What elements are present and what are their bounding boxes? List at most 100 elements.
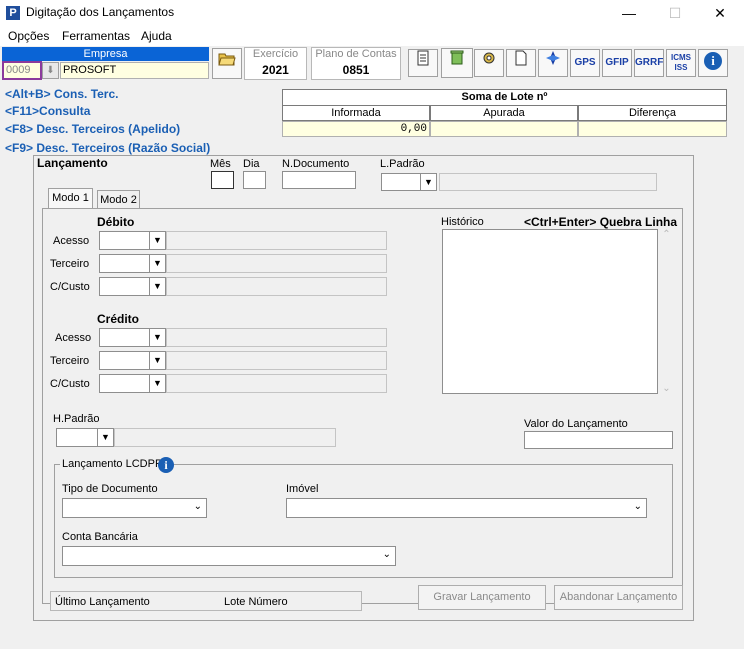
historico-hint: <Ctrl+Enter> Quebra Linha — [524, 215, 678, 229]
toolbar-new-page-button[interactable] — [506, 49, 536, 77]
hpadrao-dropdown[interactable]: ▼ — [98, 428, 114, 447]
minimize-button[interactable]: — — [614, 4, 644, 22]
credito-acesso-dropdown[interactable]: ▼ — [150, 328, 166, 347]
exercicio-label: Exercício — [252, 48, 299, 60]
toolbar-document-button[interactable] — [408, 49, 438, 77]
credito-acesso-description — [166, 328, 387, 347]
dia-label: Dia — [243, 158, 260, 170]
chevron-down-icon: ▼ — [153, 332, 162, 342]
folder-open-icon — [218, 53, 236, 66]
empresa-header: Empresa — [2, 47, 209, 61]
tipo-documento-select[interactable]: ⌄ — [62, 498, 207, 518]
lpadrao-dropdown[interactable]: ▼ — [421, 173, 437, 191]
chevron-down-icon: ▼ — [424, 177, 433, 187]
credito-ccusto-dropdown[interactable]: ▼ — [150, 374, 166, 393]
credito-acesso-input[interactable] — [99, 328, 150, 347]
plano-value: 0851 — [342, 63, 370, 77]
debito-acesso-label: Acesso — [53, 235, 90, 247]
credito-terceiro-dropdown[interactable]: ▼ — [150, 351, 166, 370]
empresa-code-field[interactable]: 0009 — [2, 61, 42, 80]
lote-informada-value[interactable]: 0,00 — [282, 121, 430, 137]
tab-modo-1[interactable]: Modo 1 — [48, 188, 93, 209]
lpadrao-input[interactable] — [381, 173, 421, 191]
dia-input[interactable] — [243, 171, 266, 189]
conta-bancaria-label: Conta Bancária — [62, 531, 138, 543]
menu-ajuda[interactable]: Ajuda — [141, 29, 172, 43]
mes-label: Mês — [210, 158, 231, 170]
debito-ccusto-label: C/Custo — [50, 281, 90, 293]
chevron-down-icon: ⌄ — [193, 501, 202, 512]
trash-recycle-icon — [450, 50, 464, 65]
historico-textarea[interactable] — [442, 229, 658, 394]
chevron-down-icon: ▼ — [153, 281, 162, 291]
empresa-name-field[interactable]: PROSOFT — [60, 62, 209, 79]
hpadrao-input[interactable] — [56, 428, 98, 447]
lcdpr-title: Lançamento LCDPR — [60, 458, 165, 470]
debito-ccusto-description — [166, 277, 387, 296]
toolbar-recycle-button[interactable] — [441, 48, 473, 78]
debito-ccusto-input[interactable] — [99, 277, 150, 296]
debito-terceiro-label: Terceiro — [50, 258, 90, 270]
debito-ccusto-dropdown[interactable]: ▼ — [150, 277, 166, 296]
credito-terceiro-description — [166, 351, 387, 370]
toolbar-info-button[interactable]: i — [698, 49, 728, 77]
conta-bancaria-select[interactable]: ⌄ — [62, 546, 396, 566]
close-button[interactable]: ✕ — [705, 4, 735, 22]
debito-acesso-input[interactable] — [99, 231, 150, 250]
toolbar-icms-button[interactable]: ICMS ISS — [666, 49, 696, 77]
toolbar-gfip-button[interactable]: GFIP — [602, 49, 632, 77]
lote-informada-header: Informada — [282, 105, 430, 121]
blank-page-icon — [515, 50, 527, 66]
toolbar-navigate-button[interactable] — [538, 49, 568, 77]
chevron-down-icon: ▼ — [153, 235, 162, 245]
shortcut-desc-apelido: <F8> Desc. Terceiros (Apelido) — [5, 122, 181, 136]
empresa-lookup-button[interactable]: ⬇ — [42, 62, 59, 79]
lote-title: Soma de Lote nº — [282, 89, 727, 106]
chevron-down-icon: ▼ — [101, 432, 110, 442]
menu-ferramentas[interactable]: Ferramentas — [62, 29, 130, 43]
credito-terceiro-input[interactable] — [99, 351, 150, 370]
ultimo-lancamento-label: Último Lançamento — [55, 596, 150, 608]
abandonar-lancamento-button[interactable]: Abandonar Lançamento — [554, 585, 683, 610]
historico-label: Histórico — [441, 216, 484, 228]
mes-input[interactable] — [211, 171, 234, 189]
download-arrow-icon: ⬇ — [46, 65, 55, 76]
chevron-down-icon: ⌄ — [633, 501, 642, 512]
chevron-down-icon: ⌄ — [382, 549, 391, 560]
document-list-icon — [417, 50, 429, 66]
scroll-up-icon[interactable]: ⌃ — [659, 229, 674, 240]
hpadrao-label: H.Padrão — [53, 413, 100, 425]
gravar-lancamento-button[interactable]: Gravar Lançamento — [418, 585, 546, 610]
exercicio-value: 2021 — [262, 63, 289, 77]
lcdpr-info-icon[interactable]: i — [158, 457, 174, 473]
window-title: Digitação dos Lançamentos — [26, 5, 175, 19]
shortcut-cons-terc: <Alt+B> Cons. Terc. — [5, 87, 119, 101]
historico-scrollbar[interactable]: ⌃ ⌄ — [659, 229, 674, 394]
toolbar-grrf-button[interactable]: GRRF — [634, 49, 664, 77]
scroll-down-icon[interactable]: ⌄ — [659, 383, 674, 394]
valor-input[interactable] — [524, 431, 673, 449]
credito-terceiro-label: Terceiro — [50, 355, 90, 367]
credito-ccusto-description — [166, 374, 387, 393]
menu-opcoes[interactable]: Opções — [8, 29, 49, 43]
open-folder-button[interactable] — [212, 48, 242, 79]
ndoc-input[interactable] — [282, 171, 356, 189]
imovel-select[interactable]: ⌄ — [286, 498, 647, 518]
chevron-down-icon: ▼ — [153, 355, 162, 365]
shortcut-desc-razao: <F9> Desc. Terceiros (Razão Social) — [5, 141, 211, 155]
credito-ccusto-input[interactable] — [99, 374, 150, 393]
lpadrao-label: L.Padrão — [380, 158, 425, 170]
tab-modo-2[interactable]: Modo 2 — [97, 190, 140, 209]
toolbar-gps-button[interactable]: GPS — [570, 49, 600, 77]
credito-ccusto-label: C/Custo — [50, 378, 90, 390]
debito-acesso-dropdown[interactable]: ▼ — [150, 231, 166, 250]
tipo-documento-label: Tipo de Documento — [62, 483, 158, 495]
hpadrao-description — [114, 428, 336, 447]
maximize-button[interactable]: ☐ — [660, 4, 690, 22]
toolbar-settings-button[interactable] — [474, 49, 504, 77]
debito-terceiro-input[interactable] — [99, 254, 150, 273]
chevron-down-icon: ▼ — [153, 258, 162, 268]
debito-terceiro-dropdown[interactable]: ▼ — [150, 254, 166, 273]
plano-label: Plano de Contas — [315, 48, 397, 60]
chevron-down-icon: ▼ — [153, 378, 162, 388]
